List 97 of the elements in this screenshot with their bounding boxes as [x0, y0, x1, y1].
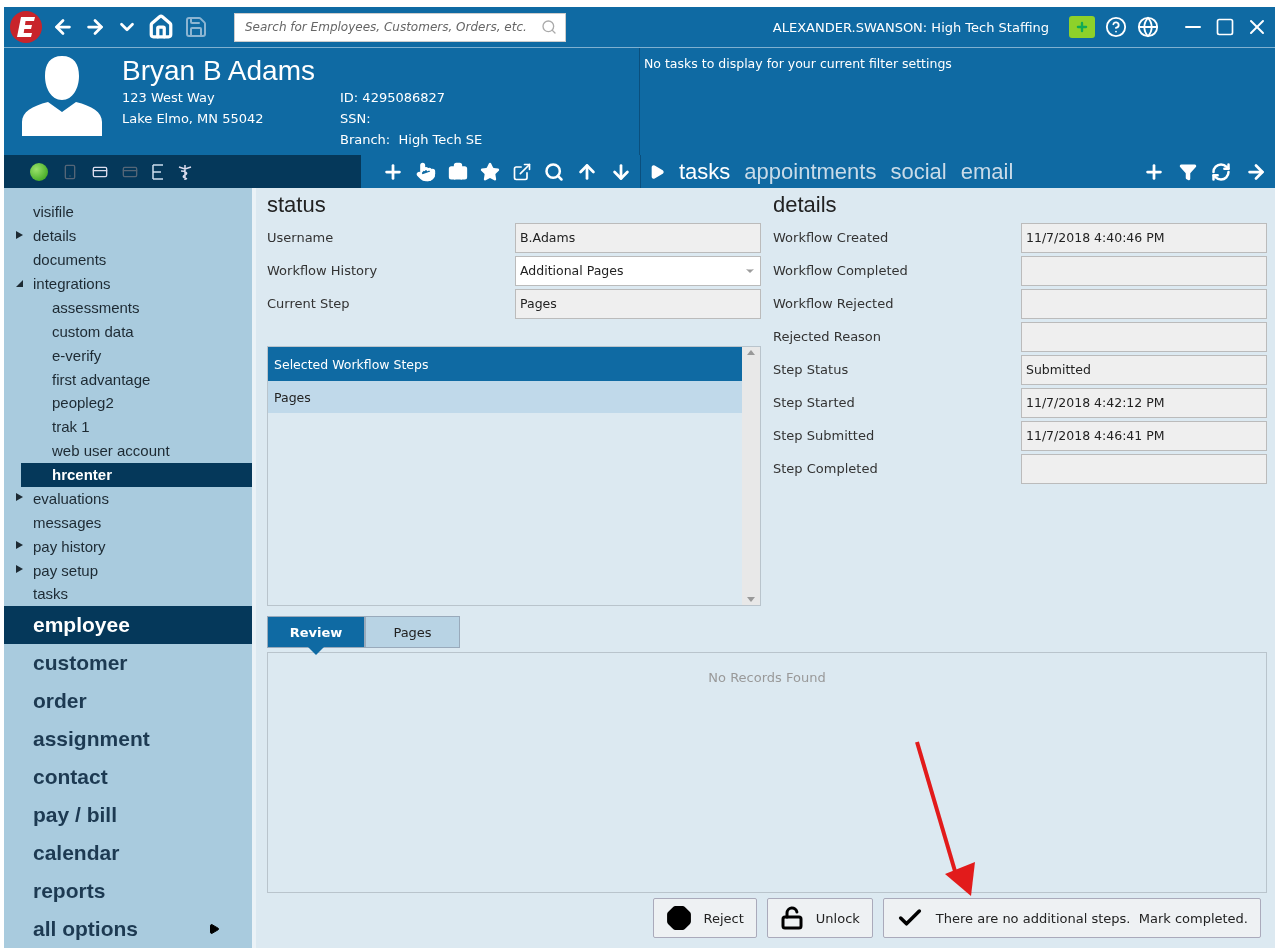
id-text: ID: 4295086827: [340, 89, 447, 107]
globe-icon[interactable]: [1137, 16, 1159, 38]
grid-row[interactable]: Pages: [268, 381, 742, 413]
star-icon[interactable]: [480, 161, 500, 182]
expander-icon[interactable]: [16, 565, 23, 574]
workflow-dropdown[interactable]: Additional Pages: [515, 255, 761, 286]
nav-tree-item[interactable]: documents: [4, 247, 252, 272]
refresh-icon[interactable]: [1211, 161, 1231, 182]
activity-tab[interactable]: appointments: [744, 158, 877, 185]
branch-text: Branch: High Tech SE: [340, 131, 483, 149]
nav-tree-item[interactable]: trak 1: [4, 414, 252, 439]
nav-tree-item[interactable]: evaluations: [4, 486, 252, 511]
input-field[interactable]: 11/7/2018 4:40:46 PM: [1021, 222, 1267, 253]
field-label: Workflow Created: [773, 230, 890, 245]
nav-tree-item[interactable]: integrations: [4, 271, 252, 296]
field-label: Step Completed: [773, 461, 879, 476]
field-label: Current Step: [267, 296, 351, 311]
field-label: Rejected Reason: [773, 329, 883, 344]
play-icon[interactable]: [649, 163, 665, 180]
save-icon[interactable]: [184, 15, 208, 39]
user-label: ALEXANDER.SWANSON: High Tech Staffing: [772, 19, 1049, 35]
action-button[interactable]: Reject: [652, 898, 757, 938]
search-icon[interactable]: [544, 161, 564, 182]
input-field[interactable]: Submitted: [1021, 354, 1267, 385]
expander-icon[interactable]: [16, 230, 23, 239]
module-item[interactable]: employee: [4, 606, 252, 644]
action-button[interactable]: Unlock: [766, 898, 873, 938]
app-logo[interactable]: [10, 11, 42, 43]
address-text: 123 West Way: [122, 89, 216, 107]
activity-tab[interactable]: email: [960, 158, 1014, 185]
activity-tab[interactable]: social: [890, 158, 947, 185]
field-label: Step Submitted: [773, 428, 876, 443]
module-item[interactable]: pay / bill: [4, 796, 252, 834]
input-field[interactable]: 11/7/2018 4:46:41 PM: [1021, 420, 1267, 451]
input-field[interactable]: [1021, 255, 1267, 286]
employee-name: Bryan B Adams: [122, 54, 316, 88]
module-item[interactable]: reports: [4, 872, 252, 910]
nav-tree-item[interactable]: custom data: [4, 319, 252, 344]
external-link-icon[interactable]: [512, 161, 532, 182]
input-field[interactable]: Pages: [515, 288, 761, 319]
address-text: Lake Elmo, MN 55042: [122, 110, 265, 128]
help-icon[interactable]: [1105, 16, 1127, 38]
nav-tree-item[interactable]: peopleg2: [4, 391, 252, 415]
home-icon[interactable]: [148, 14, 174, 40]
input-field[interactable]: 11/7/2018 4:42:12 PM: [1021, 387, 1267, 418]
hand-pointer-icon[interactable]: [416, 161, 436, 182]
unlock-icon: [779, 906, 804, 930]
field-label: Workflow Rejected: [773, 296, 895, 311]
nav-tree-item[interactable]: first advantage: [4, 367, 252, 391]
nav-tree-item[interactable]: hrcenter: [21, 462, 252, 487]
nav-tree-item[interactable]: pay history: [4, 534, 252, 559]
field-label: Username: [267, 230, 335, 245]
expander-icon[interactable]: [16, 541, 23, 550]
nav-tree-item[interactable]: assessments: [4, 295, 252, 320]
stop-icon: [665, 905, 692, 931]
section-title: status: [267, 192, 327, 218]
nav-tree-item[interactable]: details: [4, 223, 252, 248]
column-header: Selected Workflow Steps: [268, 347, 742, 381]
forward-icon[interactable]: [84, 16, 106, 38]
field-label: Step Started: [773, 395, 856, 410]
field-label: Workflow History: [267, 263, 379, 278]
tasks-message: No tasks to display for your current filter settings: [643, 55, 953, 73]
empty-message: No Records Found: [708, 670, 826, 687]
module-item[interactable]: calendar: [4, 834, 252, 872]
filter-icon[interactable]: [1179, 162, 1197, 181]
activity-tab[interactable]: tasks: [679, 158, 731, 185]
section-title: details: [773, 192, 838, 218]
person-silhouette-icon: [20, 54, 104, 136]
action-button[interactable]: There are no additional steps. Mark completed.: [882, 898, 1261, 938]
back-icon[interactable]: [52, 16, 74, 38]
ssn-text: SSN:: [340, 110, 372, 128]
nav-tree-item[interactable]: web user account: [4, 438, 252, 463]
expander-icon[interactable]: [16, 278, 23, 287]
search-field[interactable]: Search for Employees, Customers, Orders, etc.: [234, 12, 566, 42]
maximize-icon[interactable]: [1215, 17, 1235, 37]
nav-tree-item[interactable]: messages: [4, 510, 252, 535]
e-letter-icon[interactable]: [152, 163, 164, 180]
expander-icon[interactable]: [16, 493, 23, 502]
input-field[interactable]: [1021, 321, 1267, 352]
input-field[interactable]: [1021, 288, 1267, 319]
nav-tree-item[interactable]: e-verify: [4, 343, 252, 368]
module-item[interactable]: contact: [4, 758, 252, 796]
field-label: Workflow Completed: [773, 263, 909, 278]
nav-tree-item[interactable]: tasks: [4, 582, 252, 606]
field-label: Step Status: [773, 362, 850, 377]
module-item[interactable]: all options: [4, 910, 252, 948]
briefcase-icon[interactable]: [448, 161, 468, 182]
tab-pointer: [308, 647, 324, 655]
review-tab[interactable]: Pages: [365, 616, 460, 648]
module-item[interactable]: order: [4, 682, 252, 720]
caduceus-icon[interactable]: [178, 163, 192, 180]
input-field[interactable]: B.Adams: [515, 222, 761, 253]
nav-tree-item[interactable]: pay setup: [4, 558, 252, 582]
nav-tree-item[interactable]: visifile: [4, 200, 252, 224]
input-field[interactable]: [1021, 453, 1267, 484]
module-item[interactable]: customer: [4, 644, 252, 682]
module-item[interactable]: assignment: [4, 720, 252, 758]
